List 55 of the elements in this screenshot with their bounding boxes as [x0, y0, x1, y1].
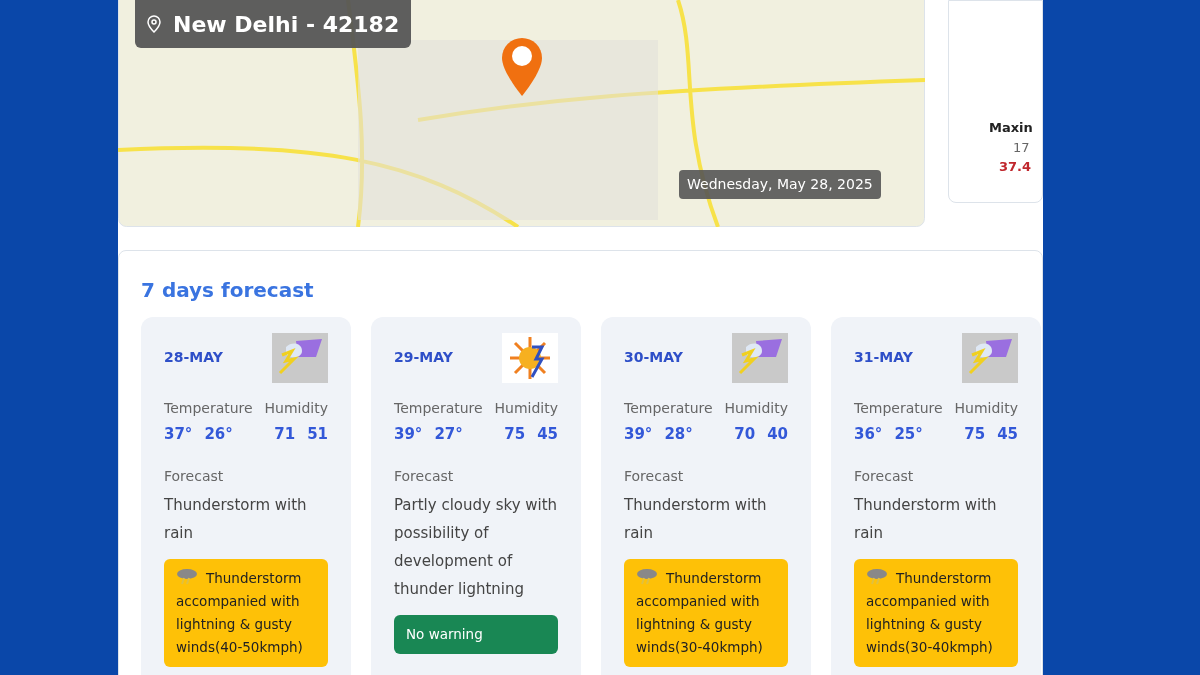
temperature-label: Temperature	[394, 399, 483, 418]
temperature-label: Temperature	[624, 399, 713, 418]
min-humidity: 40	[767, 424, 788, 445]
warning-box: Thunderstorm accompanied with lightning & gusty winds(30-40kmph)	[854, 558, 1018, 667]
side-panel-label: Maxin	[989, 119, 1033, 137]
thunderstorm-icon	[272, 333, 328, 383]
forecast-date: 29-MAY	[394, 348, 453, 367]
warning-box: Thunderstorm accompanied with lightning & gusty winds(40-50kmph)	[164, 558, 328, 667]
humidity-label: Humidity	[264, 399, 328, 418]
forecast-date: 30-MAY	[624, 348, 683, 367]
max-humidity: 75	[504, 424, 526, 445]
max-temperature: 39°	[624, 424, 653, 445]
side-panel-value: 37.4	[999, 158, 1032, 176]
min-temperature: 25°	[894, 424, 923, 445]
thunderstorm-icon	[962, 333, 1018, 383]
min-humidity: 45	[997, 424, 1018, 445]
min-humidity: 51	[307, 424, 328, 445]
forecast-label: Forecast	[164, 466, 225, 486]
min-temperature: 28°	[664, 424, 693, 445]
storm-cloud-icon	[636, 566, 658, 585]
sun-cloud-icon	[502, 333, 558, 383]
thunderstorm-icon	[732, 333, 788, 383]
warning-box: No warning	[394, 614, 558, 654]
temperature-label: Temperature	[164, 399, 253, 418]
map-marker-icon	[500, 36, 544, 98]
warning-box: Thunderstorm accompanied with lightning & gusty winds(30-40kmph)	[624, 558, 788, 667]
forecast-text: Thunderstorm with rain	[164, 494, 308, 544]
forecast-label: Forecast	[854, 466, 915, 486]
location-pin-icon	[147, 15, 161, 33]
storm-cloud-icon	[176, 566, 198, 585]
max-temperature: 36°	[854, 424, 883, 445]
forecast-label: Forecast	[624, 466, 685, 486]
min-humidity: 45	[537, 424, 558, 445]
forecast-text: Partly cloudy sky with possibility of development of thunder lightning	[394, 494, 558, 600]
forecast-date: 31-MAY	[854, 348, 913, 367]
forecast-title: 7 days forecast	[141, 277, 315, 304]
forecast-date: 28-MAY	[164, 348, 223, 367]
forecast-text: Thunderstorm with rain	[854, 494, 998, 544]
forecast-label: Forecast	[394, 466, 455, 486]
max-temperature: 39°	[394, 424, 423, 445]
min-temperature: 26°	[204, 424, 233, 445]
humidity-label: Humidity	[494, 399, 558, 418]
side-panel-value: 17	[1013, 138, 1030, 157]
location-label: New Delhi - 42182	[135, 0, 412, 48]
storm-cloud-icon	[866, 566, 888, 585]
humidity-label: Humidity	[954, 399, 1018, 418]
humidity-label: Humidity	[724, 399, 788, 418]
max-humidity: 71	[274, 424, 296, 445]
max-temperature: 37°	[164, 424, 193, 445]
temperature-label: Temperature	[854, 399, 943, 418]
forecast-text: Thunderstorm with rain	[624, 494, 768, 544]
map-date-label: Wednesday, May 28, 2025	[679, 170, 881, 199]
max-humidity: 75	[964, 424, 986, 445]
min-temperature: 27°	[434, 424, 463, 445]
max-humidity: 70	[734, 424, 756, 445]
